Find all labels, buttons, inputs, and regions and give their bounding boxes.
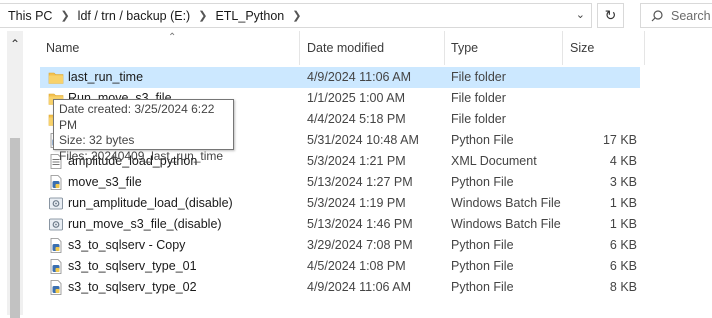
scroll-up-icon[interactable]: ⌃ bbox=[7, 37, 23, 51]
breadcrumb-drive[interactable]: ldf / trn / backup (E:) bbox=[75, 9, 194, 23]
search-input[interactable]: Search bbox=[640, 3, 712, 28]
tooltip-files: Files: 20240409_last_run_time bbox=[59, 148, 224, 163]
address-toolbar: This PC ❯ ldf / trn / backup (E:) ❯ ETL_… bbox=[0, 0, 712, 31]
file-name: run_amplitude_load_(disable) bbox=[68, 196, 233, 210]
column-header-type[interactable]: Type bbox=[451, 41, 478, 55]
address-bar[interactable]: This PC ❯ ldf / trn / backup (E:) ❯ ETL_… bbox=[0, 3, 592, 28]
python-file-icon bbox=[48, 259, 64, 274]
breadcrumb-chevron-icon[interactable]: ❯ bbox=[55, 9, 74, 22]
file-size: 1 KB bbox=[609, 196, 637, 210]
search-icon bbox=[651, 9, 663, 21]
navigation-pane-edge bbox=[0, 31, 4, 315]
file-type: File folder bbox=[451, 70, 506, 84]
file-size: 17 KB bbox=[602, 133, 637, 147]
column-header-row: ⌃ Name Date modified Type Size bbox=[40, 31, 650, 65]
sort-ascending-icon: ⌃ bbox=[168, 32, 177, 43]
file-name: last_run_time bbox=[68, 70, 144, 84]
file-type: Python File bbox=[451, 133, 514, 147]
file-name: s3_to_sqlserv_type_01 bbox=[68, 259, 197, 273]
column-divider[interactable] bbox=[299, 31, 300, 65]
file-type: Python File bbox=[451, 280, 514, 294]
file-date-modified: 1/1/2025 1:00 AM bbox=[307, 91, 405, 105]
breadcrumb-chevron-icon[interactable]: ❯ bbox=[287, 9, 306, 22]
file-type: Python File bbox=[451, 259, 514, 273]
file-date-modified: 3/29/2024 7:08 PM bbox=[307, 238, 413, 252]
python-file-icon bbox=[48, 175, 64, 190]
scrollbar-thumb[interactable] bbox=[10, 138, 20, 318]
file-size: 8 KB bbox=[609, 280, 637, 294]
file-date-modified: 4/9/2024 11:06 AM bbox=[307, 280, 412, 294]
column-divider[interactable] bbox=[444, 31, 445, 65]
file-date-modified: 5/13/2024 1:27 PM bbox=[307, 175, 413, 189]
column-header-size[interactable]: Size bbox=[570, 41, 594, 55]
file-name: s3_to_sqlserv_type_02 bbox=[68, 280, 197, 294]
python-file-icon bbox=[48, 238, 64, 253]
file-row[interactable]: run_amplitude_load_(disable) 5/3/2024 1:1… bbox=[40, 193, 640, 214]
breadcrumb-this-pc[interactable]: This PC bbox=[0, 9, 55, 23]
file-type: Windows Batch File bbox=[451, 196, 561, 210]
file-name: s3_to_sqlserv - Copy bbox=[68, 238, 186, 252]
file-date-modified: 4/5/2024 1:08 PM bbox=[307, 259, 406, 273]
column-header-date[interactable]: Date modified bbox=[307, 41, 384, 55]
breadcrumb-folder[interactable]: ETL_Python bbox=[212, 9, 287, 23]
tooltip-date-created: Date created: 3/25/2024 6:22 PM bbox=[59, 102, 215, 132]
file-size: 3 KB bbox=[609, 175, 637, 189]
file-date-modified: 5/3/2024 1:21 PM bbox=[307, 154, 406, 168]
file-date-modified: 4/9/2024 11:06 AM bbox=[307, 70, 412, 84]
file-size: 6 KB bbox=[609, 238, 637, 252]
breadcrumb-chevron-icon[interactable]: ❯ bbox=[193, 9, 212, 22]
search-placeholder: Search bbox=[671, 8, 711, 23]
file-date-modified: 4/4/2024 5:18 PM bbox=[307, 112, 406, 126]
refresh-icon: ↻ bbox=[604, 7, 617, 23]
file-type: File folder bbox=[451, 112, 506, 126]
file-size: 6 KB bbox=[609, 259, 637, 273]
file-type: Python File bbox=[451, 175, 514, 189]
refresh-button[interactable]: ↻ bbox=[597, 3, 624, 28]
file-name: run_move_s3_file_(disable) bbox=[68, 217, 222, 231]
column-divider[interactable] bbox=[562, 31, 563, 65]
file-type: File folder bbox=[451, 91, 506, 105]
file-row[interactable]: s3_to_sqlserv_type_01 4/5/2024 1:08 PM Pyt… bbox=[40, 256, 640, 277]
address-history-chevron-down-icon[interactable]: ⌄ bbox=[576, 8, 585, 21]
file-row[interactable]: run_move_s3_file_(disable) 5/13/2024 1:46… bbox=[40, 214, 640, 235]
batch-file-icon bbox=[48, 217, 64, 232]
file-size: 1 KB bbox=[609, 217, 637, 231]
file-size: 4 KB bbox=[609, 154, 637, 168]
file-row[interactable]: last_run_time 4/9/2024 11:06 AM File folde… bbox=[40, 67, 640, 88]
file-type: Windows Batch File bbox=[451, 217, 561, 231]
folder-info-tooltip: Date created: 3/25/2024 6:22 PM Size: 32… bbox=[53, 99, 234, 163]
file-row[interactable]: s3_to_sqlserv - Copy 3/29/2024 7:08 PM Pyt… bbox=[40, 235, 640, 256]
column-divider[interactable] bbox=[644, 31, 645, 65]
file-name: move_s3_file bbox=[68, 175, 142, 189]
file-row[interactable]: s3_to_sqlserv_type_02 4/9/2024 11:06 AM Py… bbox=[40, 277, 640, 298]
python-file-icon bbox=[48, 280, 64, 295]
folder-icon bbox=[48, 70, 64, 85]
file-date-modified: 5/31/2024 10:48 AM bbox=[307, 133, 419, 147]
batch-file-icon bbox=[48, 196, 64, 211]
navigation-scrollbar[interactable]: ⌃ bbox=[7, 31, 23, 318]
file-row[interactable]: move_s3_file 5/13/2024 1:27 PM Python File… bbox=[40, 172, 640, 193]
file-date-modified: 5/13/2024 1:46 PM bbox=[307, 217, 413, 231]
file-type: XML Document bbox=[451, 154, 537, 168]
tooltip-size: Size: 32 bytes bbox=[59, 133, 135, 147]
file-type: Python File bbox=[451, 238, 514, 252]
column-header-name[interactable]: Name bbox=[46, 41, 79, 55]
file-date-modified: 5/3/2024 1:19 PM bbox=[307, 196, 406, 210]
